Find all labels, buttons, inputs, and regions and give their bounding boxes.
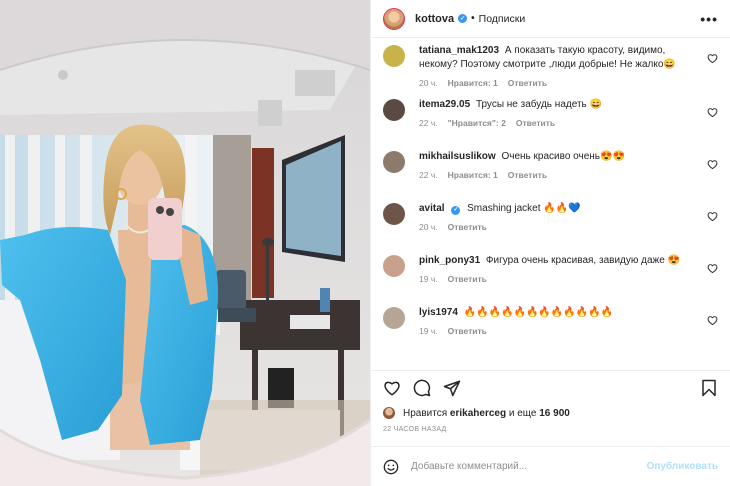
comment-body: tatiana_mak1203 А показать такую красоту… — [419, 44, 696, 98]
like-comment-heart-icon[interactable] — [707, 53, 718, 64]
like-comment-heart-icon[interactable] — [707, 107, 718, 118]
post-side-panel: kottova ✓ • Подписки ••• tatiana_mak1203… — [370, 0, 730, 486]
publish-button[interactable]: Опубликовать — [647, 461, 718, 472]
comment-meta: 19 ч. Ответить — [419, 326, 696, 336]
comment-item: itema29.05 Трусы не забудь надеть 😄 22 ч… — [383, 98, 718, 150]
comment-time[interactable]: 22 ч. — [419, 170, 438, 180]
more-options-icon[interactable]: ••• — [700, 11, 718, 27]
add-comment-bar: Опубликовать — [371, 446, 730, 486]
comment-avatar[interactable] — [383, 151, 405, 173]
author-username[interactable]: kottova — [415, 13, 454, 25]
verified-badge-icon: ✓ — [451, 205, 461, 215]
mirror-selfie-image — [0, 0, 370, 486]
post-photo[interactable] — [0, 0, 370, 486]
like-comment-heart-icon[interactable] — [707, 211, 718, 222]
emoji-icon[interactable] — [383, 459, 399, 475]
comment-body: pink_pony31 Фигура очень красивая, завид… — [419, 254, 696, 306]
comment-username[interactable]: pink_pony31 — [419, 255, 480, 266]
reply-button[interactable]: Ответить — [448, 274, 487, 284]
comment-item: tatiana_mak1203 А показать такую красоту… — [383, 44, 718, 98]
comment-text-block: tatiana_mak1203 А показать такую красоту… — [419, 44, 696, 72]
comment-input[interactable] — [411, 461, 647, 472]
comment-meta: 20 ч. Ответить — [419, 222, 696, 232]
comment-username[interactable]: mikhailsuslikow — [419, 151, 496, 162]
comment-item: avital ✓ Smashing jacket 🔥🔥💙 20 ч. Ответ… — [383, 202, 718, 254]
likes-count[interactable]: 16 900 — [539, 408, 570, 419]
comment-avatar[interactable] — [383, 45, 405, 67]
instagram-post: kottova ✓ • Подписки ••• tatiana_mak1203… — [0, 0, 730, 486]
comment-time[interactable]: 20 ч. — [419, 222, 438, 232]
comment-likes[interactable]: Нравится: 1 — [448, 78, 498, 88]
author-avatar[interactable] — [383, 7, 405, 30]
reply-button[interactable]: Ответить — [516, 118, 555, 128]
comment-avatar[interactable] — [383, 307, 405, 329]
comment-icon[interactable] — [413, 379, 431, 397]
comment-username[interactable]: itema29.05 — [419, 99, 470, 110]
like-comment-heart-icon[interactable] — [707, 263, 718, 274]
comment-text: Фигура очень красивая, завидую даже 😍 — [485, 255, 681, 266]
comment-text-block: lyis1974 🔥🔥🔥🔥🔥🔥🔥🔥🔥🔥🔥🔥 — [419, 306, 696, 320]
like-comment-heart-icon[interactable] — [707, 159, 718, 170]
verified-badge-icon: ✓ — [458, 14, 468, 23]
comment-text: Smashing jacket 🔥🔥💙 — [467, 203, 581, 214]
comment-text: Трусы не забудь надеть 😄 — [475, 99, 602, 110]
post-actions-bar — [371, 370, 730, 404]
post-header: kottova ✓ • Подписки ••• — [371, 0, 730, 38]
heart-icon[interactable] — [383, 379, 401, 397]
post-timestamp[interactable]: 22 ЧАСОВ НАЗАД — [371, 422, 730, 440]
comment-username[interactable]: lyis1974 — [419, 307, 458, 318]
likes-summary: Нравится erikaherceg и еще 16 900 — [371, 404, 730, 422]
comment-item: pink_pony31 Фигура очень красивая, завид… — [383, 254, 718, 306]
comment-meta: 19 ч. Ответить — [419, 274, 696, 284]
reply-button[interactable]: Ответить — [508, 78, 547, 88]
comments-list[interactable]: tatiana_mak1203 А показать такую красоту… — [371, 38, 730, 370]
share-icon[interactable] — [443, 379, 461, 397]
comment-likes[interactable]: "Нравится": 2 — [448, 118, 506, 128]
reply-button[interactable]: Ответить — [448, 326, 487, 336]
comment-text-block: pink_pony31 Фигура очень красивая, завид… — [419, 254, 696, 268]
comment-text-block: mikhailsuslikow Очень красиво очень😍😍 — [419, 150, 696, 164]
bookmark-icon[interactable] — [700, 379, 718, 397]
comment-body: lyis1974 🔥🔥🔥🔥🔥🔥🔥🔥🔥🔥🔥🔥 19 ч. Ответить — [419, 306, 696, 352]
comment-username[interactable]: avital — [419, 203, 445, 214]
comment-meta: 20 ч. Нравится: 1 Ответить — [419, 78, 696, 88]
comment-time[interactable]: 22 ч. — [419, 118, 438, 128]
comment-avatar[interactable] — [383, 255, 405, 277]
comment-meta: 22 ч. "Нравится": 2 Ответить — [419, 118, 696, 128]
comment-body: avital ✓ Smashing jacket 🔥🔥💙 20 ч. Ответ… — [419, 202, 696, 254]
comment-body: itema29.05 Трусы не забудь надеть 😄 22 ч… — [419, 98, 696, 150]
comment-username[interactable]: tatiana_mak1203 — [419, 45, 499, 56]
comment-time[interactable]: 19 ч. — [419, 274, 438, 284]
comment-text-block: itema29.05 Трусы не забудь надеть 😄 — [419, 98, 696, 112]
liker-username[interactable]: erikaherceg — [450, 408, 506, 419]
comment-time[interactable]: 19 ч. — [419, 326, 438, 336]
comment-item: lyis1974 🔥🔥🔥🔥🔥🔥🔥🔥🔥🔥🔥🔥 19 ч. Ответить — [383, 306, 718, 352]
comment-body: mikhailsuslikow Очень красиво очень😍😍 22… — [419, 150, 696, 202]
comment-text: 🔥🔥🔥🔥🔥🔥🔥🔥🔥🔥🔥🔥 — [463, 307, 614, 318]
comment-time[interactable]: 20 ч. — [419, 78, 438, 88]
likes-prefix: Нравится — [403, 407, 448, 419]
reply-button[interactable]: Ответить — [508, 170, 547, 180]
comment-text: Очень красиво очень😍😍 — [501, 151, 625, 162]
comment-avatar[interactable] — [383, 203, 405, 225]
liker-avatar[interactable] — [383, 407, 395, 419]
following-button[interactable]: Подписки — [479, 13, 526, 25]
comment-text-block: avital ✓ Smashing jacket 🔥🔥💙 — [419, 202, 696, 216]
header-separator: • — [471, 13, 475, 24]
comment-meta: 22 ч. Нравится: 1 Ответить — [419, 170, 696, 180]
comment-avatar[interactable] — [383, 99, 405, 121]
comment-likes[interactable]: Нравится: 1 — [448, 170, 498, 180]
like-comment-heart-icon[interactable] — [707, 315, 718, 326]
likes-middle: и еще — [508, 407, 537, 419]
comment-item: mikhailsuslikow Очень красиво очень😍😍 22… — [383, 150, 718, 202]
reply-button[interactable]: Ответить — [448, 222, 487, 232]
